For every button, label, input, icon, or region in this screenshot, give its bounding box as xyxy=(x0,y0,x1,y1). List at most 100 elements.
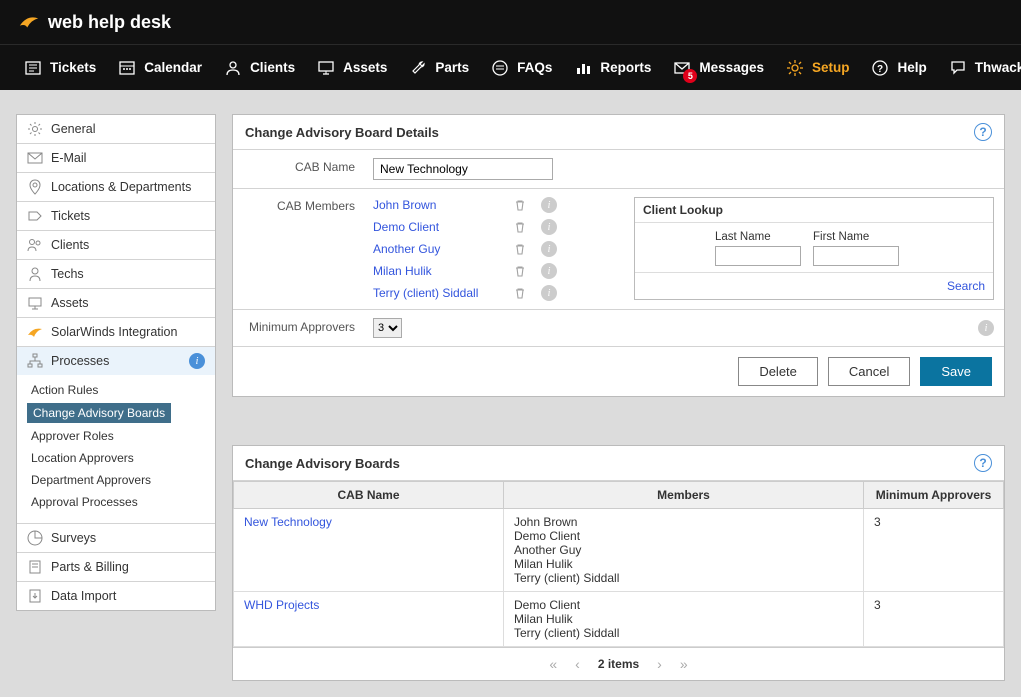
nav-thwack[interactable]: Thwack xyxy=(949,59,1021,77)
cab-link[interactable]: WHD Projects xyxy=(244,598,319,612)
sidebar-item-e-mail[interactable]: E-Mail xyxy=(17,144,215,173)
sidebar-item-solarwinds-integration[interactable]: SolarWinds Integration xyxy=(17,318,215,347)
submenu-action-rules[interactable]: Action Rules xyxy=(17,379,215,401)
sidebar-item-processes[interactable]: Processesi xyxy=(17,347,215,375)
nav-assets[interactable]: Assets xyxy=(317,59,387,77)
sidebar-item-surveys[interactable]: Surveys xyxy=(17,524,215,553)
last-page-icon[interactable]: » xyxy=(680,656,688,672)
sidebar-item-label: Data Import xyxy=(51,589,116,603)
sidebar-item-techs[interactable]: Techs xyxy=(17,260,215,289)
members-cell: John BrownDemo ClientAnother GuyMilan Hu… xyxy=(504,509,864,592)
member-link[interactable]: John Brown xyxy=(373,198,503,212)
info-icon[interactable]: i xyxy=(541,285,557,301)
brand-text: web help desk xyxy=(48,12,171,33)
sidebar-item-label: Locations & Departments xyxy=(51,180,191,194)
nav-label: Assets xyxy=(343,60,387,75)
min-cell: 3 xyxy=(864,509,1004,592)
nav-label: Reports xyxy=(600,60,651,75)
sidebar-item-general[interactable]: General xyxy=(17,115,215,144)
member-row: Milan Hulik i xyxy=(373,263,557,279)
nav-setup[interactable]: Setup xyxy=(786,59,850,77)
gear-icon xyxy=(786,59,804,77)
sidebar-item-label: Surveys xyxy=(51,531,96,545)
info-icon[interactable]: i xyxy=(541,263,557,279)
save-button[interactable]: Save xyxy=(920,357,992,386)
member-row: John Brown i xyxy=(373,197,557,213)
wrench-icon xyxy=(409,59,427,77)
first-name-input[interactable] xyxy=(813,246,899,266)
nav-help[interactable]: ? Help xyxy=(871,59,926,77)
col-name: CAB Name xyxy=(234,482,504,509)
general-icon xyxy=(27,121,43,137)
delete-button[interactable]: Delete xyxy=(738,357,818,386)
member-link[interactable]: Another Guy xyxy=(373,242,503,256)
help-icon[interactable]: ? xyxy=(974,454,992,472)
sidebar-item-assets[interactable]: Assets xyxy=(17,289,215,318)
nav-label: Messages xyxy=(699,60,764,75)
pager: « ‹ 2 items › » xyxy=(233,647,1004,680)
panel-title: Change Advisory Board Details xyxy=(245,125,439,140)
trash-icon[interactable] xyxy=(513,242,527,256)
tickets-icon xyxy=(27,208,43,224)
search-button[interactable]: Search xyxy=(947,279,985,293)
info-icon[interactable]: i xyxy=(978,320,994,336)
nav-faqs[interactable]: FAQs xyxy=(491,59,552,77)
next-page-icon[interactable]: › xyxy=(657,656,662,672)
sidebar-item-locations-departments[interactable]: Locations & Departments xyxy=(17,173,215,202)
cab-name-input[interactable] xyxy=(373,158,553,180)
last-name-input[interactable] xyxy=(715,246,801,266)
table-row: New Technology John BrownDemo ClientAnoth… xyxy=(234,509,1004,592)
submenu-approval-processes[interactable]: Approval Processes xyxy=(17,491,215,513)
info-icon[interactable]: i xyxy=(541,241,557,257)
submenu-change-advisory-boards[interactable]: Change Advisory Boards xyxy=(27,403,171,423)
label-cab-members: CAB Members xyxy=(233,189,363,309)
message-count-badge: 5 xyxy=(683,69,697,83)
member-link[interactable]: Terry (client) Siddall xyxy=(373,286,503,300)
help-icon[interactable]: ? xyxy=(974,123,992,141)
member-row: Terry (client) Siddall i xyxy=(373,285,557,301)
mail-icon: 5 xyxy=(673,59,691,77)
sidebar-item-clients[interactable]: Clients xyxy=(17,231,215,260)
nav-label: FAQs xyxy=(517,60,552,75)
nav-reports[interactable]: Reports xyxy=(574,59,651,77)
cab-table: CAB Name Members Minimum Approvers New T… xyxy=(233,481,1004,647)
member-link[interactable]: Demo Client xyxy=(373,220,503,234)
label-first-name: First Name xyxy=(813,231,899,243)
assets-icon xyxy=(27,295,43,311)
trash-icon[interactable] xyxy=(513,198,527,212)
submenu-location-approvers[interactable]: Location Approvers xyxy=(17,447,215,469)
label-last-name: Last Name xyxy=(715,231,801,243)
nav-messages[interactable]: 5 Messages xyxy=(673,59,764,77)
trash-icon[interactable] xyxy=(513,220,527,234)
first-page-icon[interactable]: « xyxy=(549,656,557,672)
cab-link[interactable]: New Technology xyxy=(244,515,332,529)
label-min-approvers: Minimum Approvers xyxy=(233,310,363,346)
chat-icon xyxy=(949,59,967,77)
member-link[interactable]: Milan Hulik xyxy=(373,264,503,278)
trash-icon[interactable] xyxy=(513,264,527,278)
info-icon[interactable]: i xyxy=(541,197,557,213)
submenu-approver-roles[interactable]: Approver Roles xyxy=(17,425,215,447)
nav-clients[interactable]: Clients xyxy=(224,59,295,77)
parts & billing-icon xyxy=(27,559,43,575)
min-approvers-select[interactable]: 3 xyxy=(373,318,402,338)
sidebar-item-data-import[interactable]: Data Import xyxy=(17,582,215,610)
prev-page-icon[interactable]: ‹ xyxy=(575,656,580,672)
info-icon[interactable]: i xyxy=(541,219,557,235)
nav-calendar[interactable]: Calendar xyxy=(118,59,202,77)
trash-icon[interactable] xyxy=(513,286,527,300)
submenu-department-approvers[interactable]: Department Approvers xyxy=(17,469,215,491)
nav-label: Clients xyxy=(250,60,295,75)
cancel-button[interactable]: Cancel xyxy=(828,357,910,386)
panel-header: Change Advisory Board Details ? xyxy=(233,115,1004,150)
sidebar-item-label: Parts & Billing xyxy=(51,560,129,574)
nav-tickets[interactable]: Tickets xyxy=(24,59,96,77)
nav-parts[interactable]: Parts xyxy=(409,59,469,77)
tickets-icon xyxy=(24,59,42,77)
sidebar-item-label: Techs xyxy=(51,267,84,281)
sidebar-item-parts-billing[interactable]: Parts & Billing xyxy=(17,553,215,582)
info-icon[interactable]: i xyxy=(189,353,205,369)
nav-label: Calendar xyxy=(144,60,202,75)
sidebar-item-tickets[interactable]: Tickets xyxy=(17,202,215,231)
data import-icon xyxy=(27,588,43,604)
